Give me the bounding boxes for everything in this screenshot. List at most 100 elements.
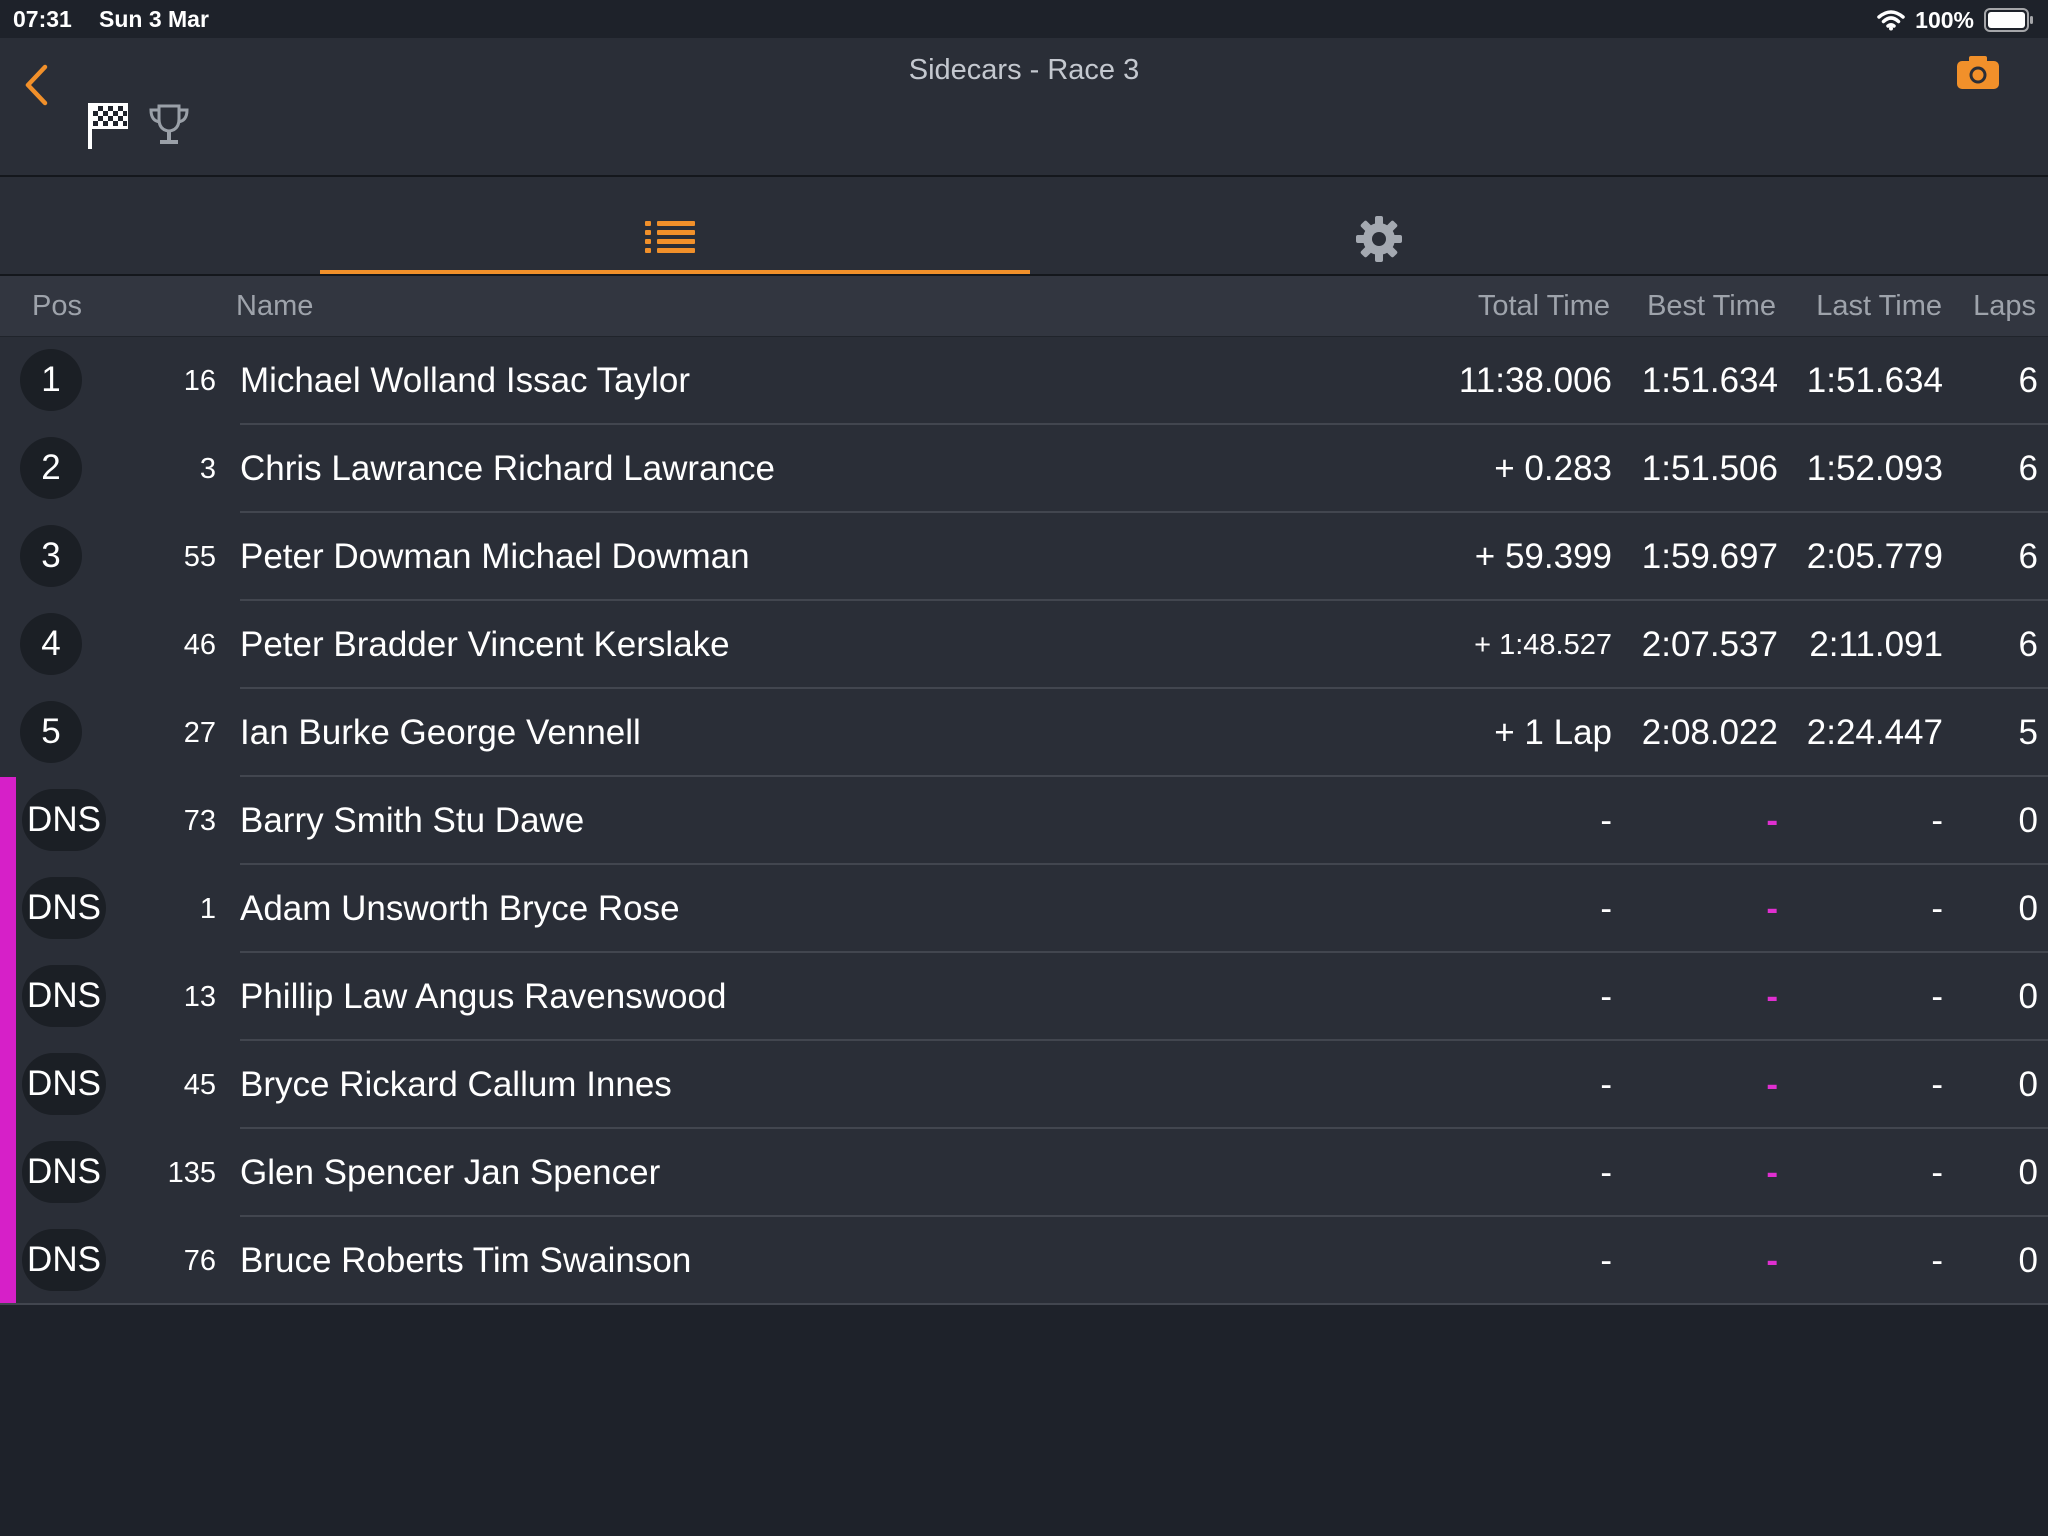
battery-percent: 100% xyxy=(1915,6,1974,33)
total-time: - xyxy=(1600,889,1612,928)
results-table-body: 1 16 Michael Wolland Issac Taylor 11:38.… xyxy=(0,337,2048,1305)
best-time: - xyxy=(1766,1241,1778,1280)
position-badge: DNS xyxy=(22,965,106,1027)
laps: 6 xyxy=(2018,537,2038,576)
competitor-name: Phillip Law Angus Ravenswood xyxy=(240,977,727,1016)
total-time: + 1 Lap xyxy=(1494,713,1612,752)
competitor-number: 135 xyxy=(167,1157,216,1189)
competitor-number: 73 xyxy=(183,805,216,837)
status-bar: 07:31 Sun 3 Mar 100% xyxy=(0,0,2048,38)
laps: 6 xyxy=(2018,625,2038,664)
status-indicators: 100% xyxy=(1877,5,2034,35)
laps: 0 xyxy=(2018,889,2038,928)
table-row[interactable]: DNS 73 Barry Smith Stu Dawe - - - 0 xyxy=(0,777,2048,865)
best-time: 2:08.022 xyxy=(1641,713,1778,752)
best-time: 1:59.697 xyxy=(1641,537,1778,576)
position-badge: DNS xyxy=(22,1053,106,1115)
laps: 0 xyxy=(2018,1153,2038,1192)
competitor-name: Glen Spencer Jan Spencer xyxy=(240,1153,661,1192)
status-time: 07:31 xyxy=(13,6,72,32)
laps: 6 xyxy=(2018,449,2038,488)
dns-marker xyxy=(0,777,16,865)
column-header-name[interactable]: Name xyxy=(236,290,313,323)
battery-icon xyxy=(1984,8,2033,32)
column-header-last-time[interactable]: Last Time xyxy=(1816,290,1942,323)
competitor-number: 16 xyxy=(183,365,216,397)
table-row[interactable]: DNS 13 Phillip Law Angus Ravenswood - - … xyxy=(0,953,2048,1041)
total-time: - xyxy=(1600,977,1612,1016)
total-time: - xyxy=(1600,801,1612,840)
last-time: 2:24.447 xyxy=(1806,713,1943,752)
last-time: 1:51.634 xyxy=(1806,361,1943,400)
row-divider xyxy=(0,1303,2048,1305)
camera-icon[interactable] xyxy=(1956,54,2000,90)
last-time: 2:11.091 xyxy=(1809,625,1943,664)
competitor-number: 55 xyxy=(183,541,216,573)
best-time: 2:07.537 xyxy=(1641,625,1778,664)
best-time: - xyxy=(1766,977,1778,1016)
laps: 0 xyxy=(2018,1241,2038,1280)
list-icon xyxy=(645,221,695,253)
checkered-flag-icon[interactable] xyxy=(86,100,130,150)
competitor-name: Bryce Rickard Callum Innes xyxy=(240,1065,672,1104)
competitor-number: 45 xyxy=(183,1069,216,1101)
competitor-name: Barry Smith Stu Dawe xyxy=(240,801,585,840)
tab-results-list[interactable] xyxy=(320,177,1030,274)
best-time: 1:51.506 xyxy=(1641,449,1778,488)
last-time: 2:05.779 xyxy=(1806,537,1943,576)
table-row[interactable]: 2 3 Chris Lawrance Richard Lawrance + 0.… xyxy=(0,425,2048,513)
position-badge: 4 xyxy=(20,613,82,675)
table-row[interactable]: 3 55 Peter Dowman Michael Dowman + 59.39… xyxy=(0,513,2048,601)
total-time: - xyxy=(1600,1153,1612,1192)
table-row[interactable]: DNS 1 Adam Unsworth Bryce Rose - - - 0 xyxy=(0,865,2048,953)
competitor-name: Bruce Roberts Tim Swainson xyxy=(240,1241,692,1280)
dns-marker xyxy=(0,953,16,1041)
table-row[interactable]: DNS 76 Bruce Roberts Tim Swainson - - - … xyxy=(0,1217,2048,1305)
table-row[interactable]: 5 27 Ian Burke George Vennell + 1 Lap 2:… xyxy=(0,689,2048,777)
table-row[interactable]: DNS 135 Glen Spencer Jan Spencer - - - 0 xyxy=(0,1129,2048,1217)
competitor-number: 3 xyxy=(199,453,216,485)
position-badge: 2 xyxy=(20,437,82,499)
position-badge: 5 xyxy=(20,701,82,763)
total-time: 11:38.006 xyxy=(1458,361,1612,400)
laps: 6 xyxy=(2018,361,2038,400)
column-header-laps[interactable]: Laps xyxy=(1973,290,2036,323)
competitor-number: 13 xyxy=(183,981,216,1013)
nav-header: Sidecars - Race 3 xyxy=(0,38,2048,177)
tab-settings[interactable] xyxy=(1030,177,1730,274)
results-table-header: Pos Name Total Time Best Time Last Time … xyxy=(0,276,2048,337)
column-header-best-time[interactable]: Best Time xyxy=(1647,290,1776,323)
best-time: - xyxy=(1766,889,1778,928)
total-time: - xyxy=(1600,1065,1612,1104)
competitor-number: 76 xyxy=(183,1245,216,1277)
page-title: Sidecars - Race 3 xyxy=(908,54,1140,86)
last-time: - xyxy=(1931,1241,1943,1280)
status-date: Sun 3 Mar xyxy=(99,6,209,32)
last-time: - xyxy=(1931,889,1943,928)
position-badge: 1 xyxy=(20,349,82,411)
position-badge: DNS xyxy=(22,877,106,939)
table-row[interactable]: 1 16 Michael Wolland Issac Taylor 11:38.… xyxy=(0,337,2048,425)
competitor-name: Michael Wolland Issac Taylor xyxy=(240,361,691,400)
column-header-pos[interactable]: Pos xyxy=(32,290,82,323)
competitor-name: Chris Lawrance Richard Lawrance xyxy=(240,449,775,488)
competitor-name: Peter Dowman Michael Dowman xyxy=(240,537,750,576)
competitor-number: 46 xyxy=(183,629,216,661)
laps: 0 xyxy=(2018,977,2038,1016)
position-badge: DNS xyxy=(22,1229,106,1291)
dns-marker xyxy=(0,1217,16,1305)
competitor-name: Ian Burke George Vennell xyxy=(240,713,641,752)
laps: 5 xyxy=(2018,713,2038,752)
column-header-total-time[interactable]: Total Time xyxy=(1478,290,1610,323)
trophy-icon[interactable] xyxy=(148,102,190,148)
position-badge: 3 xyxy=(20,525,82,587)
last-time: - xyxy=(1931,1153,1943,1192)
competitor-number: 27 xyxy=(183,717,216,749)
table-row[interactable]: DNS 45 Bryce Rickard Callum Innes - - - … xyxy=(0,1041,2048,1129)
table-row[interactable]: 4 46 Peter Bradder Vincent Kerslake + 1:… xyxy=(0,601,2048,689)
competitor-name: Adam Unsworth Bryce Rose xyxy=(240,889,680,928)
competitor-number: 1 xyxy=(199,893,216,925)
laps: 0 xyxy=(2018,1065,2038,1104)
total-time: + 1:48.527 xyxy=(1474,629,1612,661)
tab-selected-indicator xyxy=(320,270,1030,274)
